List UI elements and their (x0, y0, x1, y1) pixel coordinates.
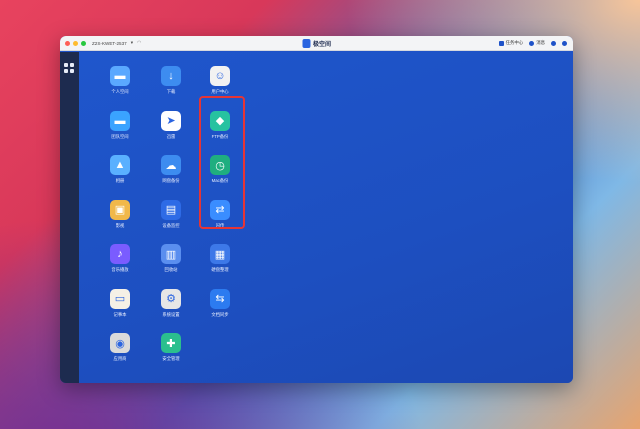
photos-icon: ▲ (110, 155, 130, 175)
desktop-app-4[interactable]: ➤ 迅雷 (152, 110, 190, 140)
app-label: 安全管理 (162, 356, 180, 361)
sidebar (60, 52, 79, 383)
monitor-chart-icon: ▤ (161, 199, 181, 220)
minimize-window-button[interactable] (73, 40, 78, 46)
app-grid-icon[interactable] (64, 63, 74, 73)
sync-icon: ⇆ (210, 288, 230, 309)
notepad-icon: ▭ (110, 288, 130, 309)
task-center-label: 任务中心 (505, 40, 524, 45)
highlight-box (199, 96, 245, 229)
app-label: 团队空间 (111, 133, 129, 139)
app-label: 用户中心 (211, 89, 229, 94)
app-label: 相册 (115, 178, 125, 183)
cloud-upload-icon: ☁ (161, 155, 181, 175)
app-label: 应用商 (113, 356, 127, 361)
app-label: 影视 (115, 222, 125, 228)
desktop-app-6[interactable]: ▲ 相册 (101, 155, 139, 184)
folder-icon: ▬ (110, 66, 130, 86)
brand-logo: 极空间 (301, 38, 332, 48)
device-selector[interactable]: Z2S-KWET-2537 ▾ ◠ (92, 40, 141, 46)
shield-icon: ✚ (161, 333, 181, 353)
desktop-app-15[interactable]: ▭ 记事本 (101, 288, 139, 318)
download-icon: ↓ (161, 66, 181, 86)
desktop-app-18[interactable]: ◉ 应用商 (101, 333, 139, 362)
desktop-app-9[interactable]: ▣ 影视 (101, 199, 139, 229)
user-icon: ☺ (210, 66, 230, 86)
window-controls (65, 40, 86, 46)
film-icon: ▣ (110, 199, 130, 220)
app-label: 迅雷 (166, 133, 176, 139)
app-window: Z2S-KWET-2537 ▾ ◠ 极空间 任务中心 消息 ▬ 个人空间 ↓ 下载 ☺ 用… (60, 36, 573, 383)
notifications-button[interactable]: 消息 (529, 40, 545, 46)
desktop-app-14[interactable]: ▦ 硬盘整理 (201, 244, 239, 273)
title-toolbar: 任务中心 消息 (498, 40, 567, 46)
logo-icon (301, 38, 310, 48)
desktop-app-19[interactable]: ✚ 安全管理 (152, 333, 190, 362)
desktop: ▬ 个人空间 ↓ 下载 ☺ 用户中心 ▬ 团队空间 ➤ 迅雷 ◆ FTP备份 ▲ 相册 ☁ 网盘备份 ◷ Mac备… (79, 52, 573, 383)
app-label: 记事本 (113, 311, 127, 317)
app-label: 回收站 (164, 267, 178, 272)
desktop-app-0[interactable]: ▬ 个人空间 (101, 66, 139, 95)
app-label: 设备监控 (162, 222, 180, 228)
title-bar: Z2S-KWET-2537 ▾ ◠ 极空间 任务中心 消息 (60, 36, 573, 51)
disk-icon: ▦ (210, 244, 230, 264)
settings-icon: ⚙ (161, 288, 181, 309)
device-name: Z2S-KWET-2537 (92, 40, 127, 46)
maximize-window-button[interactable] (81, 40, 86, 46)
desktop-app-3[interactable]: ▬ 团队空间 (101, 110, 139, 140)
bell-icon (529, 40, 535, 46)
close-window-button[interactable] (65, 40, 70, 46)
desktop-app-12[interactable]: ♪ 音乐播放 (101, 244, 139, 273)
app-label: 下载 (166, 89, 176, 94)
gear-icon[interactable] (562, 40, 567, 46)
app-store-icon: ◉ (110, 333, 130, 353)
task-center-button[interactable]: 任务中心 (498, 40, 524, 46)
brand-name: 极空间 (312, 41, 332, 48)
desktop-app-2[interactable]: ☺ 用户中心 (201, 66, 239, 95)
desktop-app-16[interactable]: ⚙ 系统设置 (152, 288, 190, 318)
user-icon[interactable] (551, 40, 556, 46)
app-label: 网盘备份 (162, 178, 180, 183)
app-label: 系统设置 (162, 311, 180, 317)
desktop-app-10[interactable]: ▤ 设备监控 (152, 199, 190, 229)
music-icon: ♪ (110, 244, 130, 264)
wifi-icon: ◠ (137, 40, 142, 46)
trash-icon: ▥ (161, 244, 181, 264)
app-label: 个人空间 (111, 89, 129, 94)
desktop-app-17[interactable]: ⇆ 文档同步 (201, 288, 239, 318)
notifications-label: 消息 (536, 40, 545, 45)
chevron-down-icon: ▾ (130, 40, 134, 45)
thunder-icon: ➤ (161, 110, 181, 131)
app-label: 文档同步 (211, 311, 229, 317)
team-folder-icon: ▬ (110, 110, 130, 131)
desktop-app-1[interactable]: ↓ 下载 (152, 66, 190, 95)
desktop-app-13[interactable]: ▥ 回收站 (152, 244, 190, 273)
app-label: 音乐播放 (111, 267, 129, 272)
transfer-icon (498, 40, 504, 46)
app-label: 硬盘整理 (211, 267, 229, 272)
desktop-app-7[interactable]: ☁ 网盘备份 (152, 155, 190, 184)
